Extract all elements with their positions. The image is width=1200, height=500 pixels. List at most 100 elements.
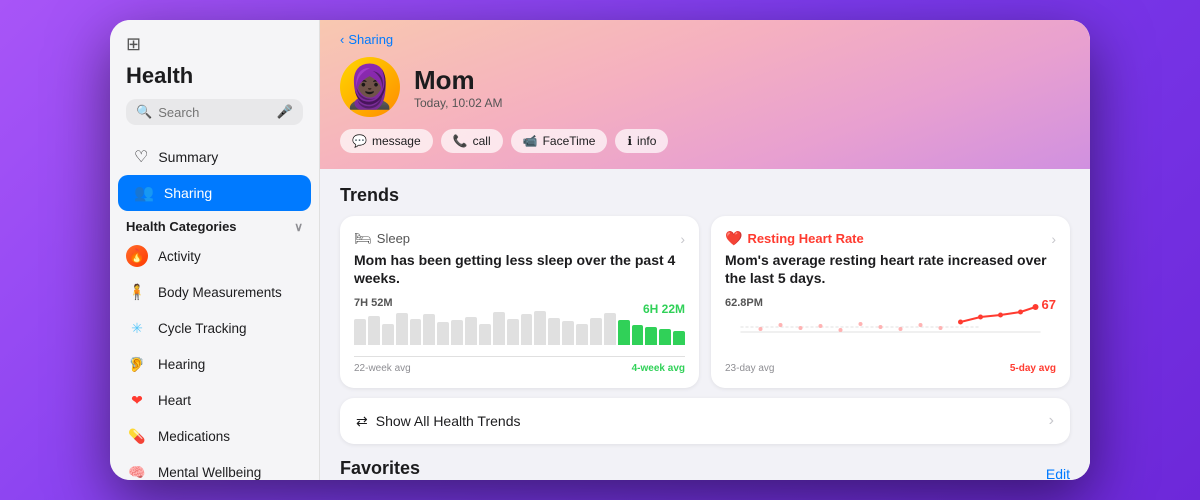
show-all-chevron-icon: › xyxy=(1049,412,1054,430)
sleep-card-header: 🛏 Sleep › xyxy=(354,230,685,247)
avatar-emoji: 🧕🏿 xyxy=(344,63,396,112)
sleep-bar xyxy=(590,318,602,346)
medications-icon: 💊 xyxy=(126,425,148,447)
sleep-bar xyxy=(479,324,491,346)
rhr-icon: ❤️ xyxy=(725,230,742,247)
sleep-bar xyxy=(507,319,519,345)
facetime-icon: 📹 xyxy=(523,134,538,148)
sleep-bar xyxy=(521,314,533,345)
sleep-bar xyxy=(410,319,422,345)
sleep-bar xyxy=(562,321,574,345)
sleep-bar xyxy=(604,313,616,346)
chevron-down-icon: ∨ xyxy=(294,220,303,234)
favorites-header: Favorites Edit xyxy=(340,458,1070,480)
back-link[interactable]: ‹ Sharing xyxy=(340,32,1070,47)
favorites-title: Favorites xyxy=(340,458,420,479)
message-button[interactable]: 💬 message xyxy=(340,129,433,153)
show-all-trends-button[interactable]: ⇄ Show All Health Trends › xyxy=(340,398,1070,444)
sharing-icon: 👥 xyxy=(134,183,154,203)
sleep-bar xyxy=(437,322,449,345)
call-button[interactable]: 📞 call xyxy=(441,129,503,153)
sidebar-item-heart[interactable]: ❤ Heart xyxy=(110,382,319,418)
edit-button[interactable]: Edit xyxy=(1046,466,1070,480)
rhr-chart-footer: 23-day avg 5-day avg xyxy=(725,363,1056,374)
sidebar-item-body-measurements[interactable]: 🧍 Body Measurements xyxy=(110,274,319,310)
message-icon: 💬 xyxy=(352,134,367,148)
sleep-bar-green xyxy=(659,329,671,346)
sleep-chevron-icon: › xyxy=(680,231,685,247)
grid-icon: ⊞ xyxy=(126,34,303,55)
sleep-bars xyxy=(354,297,685,347)
show-all-inner: ⇄ Show All Health Trends xyxy=(356,413,520,430)
sleep-bar xyxy=(534,311,546,346)
search-icon: 🔍 xyxy=(136,104,152,120)
sleep-bar xyxy=(493,312,505,346)
sleep-baseline xyxy=(354,356,685,357)
sleep-bar xyxy=(396,313,408,346)
device-frame: ⊞ Health 🔍 🎤 ♡ Summary 👥 Sharing Health … xyxy=(110,20,1090,480)
rhr-trend-card[interactable]: ❤️ Resting Heart Rate › Mom's average re… xyxy=(711,216,1070,388)
facetime-button[interactable]: 📹 FaceTime xyxy=(511,129,608,153)
info-icon: ℹ xyxy=(627,134,632,148)
rhr-avg-label: 62.8PM xyxy=(725,297,763,309)
sidebar-item-cycle-tracking[interactable]: ✳ Cycle Tracking xyxy=(110,310,319,346)
categories-header: Health Categories ∨ xyxy=(110,211,319,238)
sleep-bar-green xyxy=(618,320,630,345)
sidebar-item-medications[interactable]: 💊 Medications xyxy=(110,418,319,454)
heart-icon: ❤ xyxy=(126,389,148,411)
cycle-icon: ✳ xyxy=(126,317,148,339)
rhr-chevron-icon: › xyxy=(1051,231,1056,247)
avatar: 🧕🏿 xyxy=(340,57,400,117)
sleep-bar xyxy=(368,316,380,346)
heart-outline-icon: ♡ xyxy=(134,147,148,167)
sleep-bar xyxy=(451,320,463,345)
sleep-bar xyxy=(423,314,435,345)
hearing-icon: 🦻 xyxy=(126,353,148,375)
sleep-bar xyxy=(576,324,588,346)
sidebar-item-hearing[interactable]: 🦻 Hearing xyxy=(110,346,319,382)
sleep-label: 🛏 Sleep xyxy=(354,230,410,247)
sleep-chart: 7H 52M 6H 22M xyxy=(354,297,685,357)
action-buttons: 💬 message 📞 call 📹 FaceTime ℹ info xyxy=(340,129,1070,153)
trends-row: 🛏 Sleep › Mom has been getting less slee… xyxy=(340,216,1070,388)
rhr-description: Mom's average resting heart rate increas… xyxy=(725,251,1056,287)
main-header: ‹ Sharing 🧕🏿 Mom Today, 10:02 AM 💬 messa… xyxy=(320,20,1090,169)
sleep-bar xyxy=(382,324,394,346)
sidebar: ⊞ Health 🔍 🎤 ♡ Summary 👥 Sharing Health … xyxy=(110,20,320,480)
activity-icon: 🔥 xyxy=(126,245,148,267)
sleep-bar xyxy=(354,319,366,345)
search-bar[interactable]: 🔍 🎤 xyxy=(126,99,303,125)
back-chevron-icon: ‹ xyxy=(340,32,344,47)
sleep-description: Mom has been getting less sleep over the… xyxy=(354,251,685,287)
sidebar-item-activity[interactable]: 🔥 Activity xyxy=(110,238,319,274)
sleep-chart-footer: 22-week avg 4-week avg xyxy=(354,363,685,374)
sleep-bar-green xyxy=(632,325,644,345)
trends-title: Trends xyxy=(340,185,1070,206)
rhr-card-header: ❤️ Resting Heart Rate › xyxy=(725,230,1056,247)
search-input[interactable] xyxy=(158,105,271,120)
main-scroll[interactable]: Trends 🛏 Sleep › Mom has been getting le… xyxy=(320,169,1090,480)
sleep-highlight-label: 6H 22M xyxy=(643,302,685,316)
mental-icon: 🧠 xyxy=(126,461,148,480)
rhr-highlight-label: 67 xyxy=(1042,297,1056,312)
show-all-icon: ⇄ xyxy=(356,413,368,430)
sidebar-item-sharing[interactable]: 👥 Sharing xyxy=(118,175,311,211)
profile-time: Today, 10:02 AM xyxy=(414,96,503,110)
sleep-icon: 🛏 xyxy=(354,230,372,247)
sleep-trend-card[interactable]: 🛏 Sleep › Mom has been getting less slee… xyxy=(340,216,699,388)
sleep-bar xyxy=(465,317,477,346)
sidebar-item-mental-wellbeing[interactable]: 🧠 Mental Wellbeing xyxy=(110,454,319,480)
sleep-bar-green xyxy=(673,331,685,345)
profile-info: Mom Today, 10:02 AM xyxy=(414,65,503,110)
sleep-avg-label: 7H 52M xyxy=(354,297,393,309)
body-icon: 🧍 xyxy=(126,281,148,303)
app-title: Health xyxy=(126,63,303,89)
sleep-bar xyxy=(548,318,560,346)
info-button[interactable]: ℹ info xyxy=(615,129,668,153)
rhr-chart: 62.8PM 67 xyxy=(725,297,1056,357)
main-content: ‹ Sharing 🧕🏿 Mom Today, 10:02 AM 💬 messa… xyxy=(320,20,1090,480)
sidebar-item-summary[interactable]: ♡ Summary xyxy=(118,139,311,175)
rhr-svg xyxy=(725,297,1056,347)
rhr-label: ❤️ Resting Heart Rate xyxy=(725,230,864,247)
call-icon: 📞 xyxy=(453,134,468,148)
